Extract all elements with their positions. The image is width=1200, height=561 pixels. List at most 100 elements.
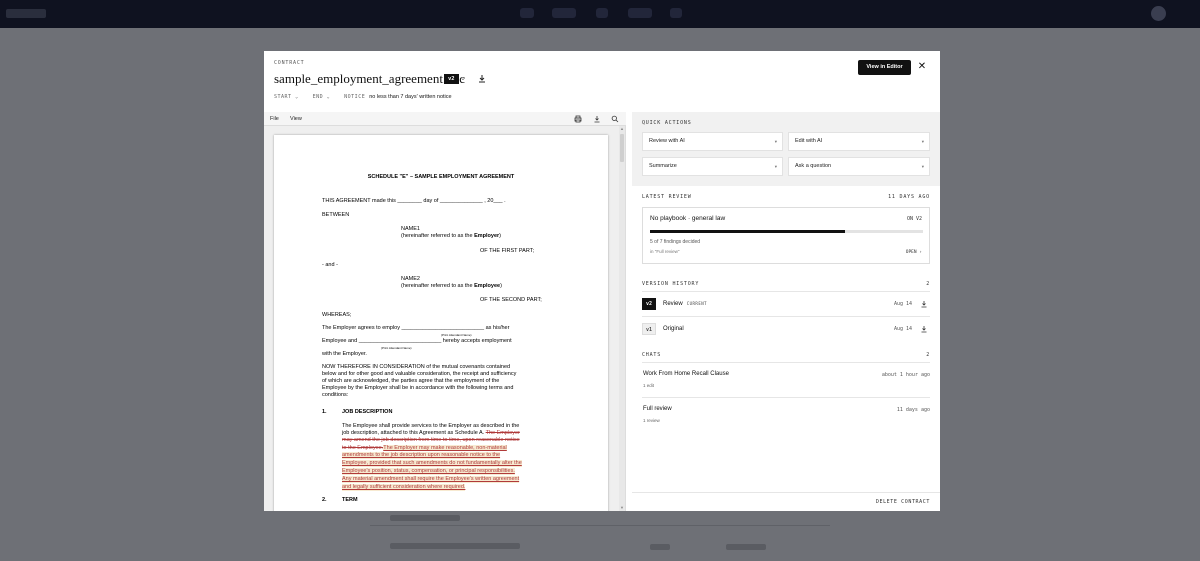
consideration-line: NOW THEREFORE IN CONSIDERATION of the mu… xyxy=(322,364,511,370)
version-date: Aug 14 xyxy=(893,301,912,307)
version-date: Aug 14 xyxy=(893,326,912,332)
background-avatar xyxy=(1151,6,1166,21)
background-nav-item xyxy=(596,8,608,18)
summarize-button[interactable]: Summarize ▾ xyxy=(642,157,783,176)
whereas-label: WHEREAS; xyxy=(322,312,352,318)
notice-label: NOTICE xyxy=(344,94,366,100)
scroll-up-arrow[interactable]: ▲ xyxy=(619,126,625,132)
background-nav-item xyxy=(552,8,576,18)
background-text xyxy=(390,543,520,549)
download-icon[interactable] xyxy=(920,325,928,333)
background-text xyxy=(390,515,460,521)
file-menu[interactable]: File xyxy=(270,116,279,122)
section-1-number: 1. xyxy=(322,409,327,415)
scrollbar-thumb[interactable] xyxy=(620,134,624,162)
consideration-line: conditions: xyxy=(322,392,349,398)
ask-question-button[interactable]: Ask a question ▾ xyxy=(788,157,930,176)
latest-review-heading: LATEST REVIEW xyxy=(642,194,692,200)
first-part-label: OF THE FIRST PART; xyxy=(480,248,534,254)
quick-actions: QUICK ACTIONS Review with AI ▾ Edit with … xyxy=(632,112,940,186)
download-icon[interactable] xyxy=(477,74,487,84)
edit-with-ai-button[interactable]: Edit with AI ▾ xyxy=(788,132,930,151)
chat-time: about 1 hour ago xyxy=(881,372,930,378)
party-1-reference: (hereinafter referred to as the Employer… xyxy=(401,233,501,239)
chat-time: 11 days ago xyxy=(896,407,930,413)
background-logo xyxy=(6,9,46,18)
scroll-down-arrow[interactable]: ▼ xyxy=(619,505,625,511)
print-icon[interactable] xyxy=(574,115,582,123)
view-menu[interactable]: View xyxy=(290,116,302,122)
chevron-down-icon[interactable]: ⌄ xyxy=(460,74,466,82)
review-progress-fill xyxy=(650,230,845,233)
contract-eyebrow: CONTRACT xyxy=(274,60,305,66)
download-icon[interactable] xyxy=(920,300,928,308)
quick-actions-heading: QUICK ACTIONS xyxy=(642,120,692,126)
download-icon[interactable] xyxy=(593,115,601,123)
background-text xyxy=(726,544,766,550)
start-filter[interactable]: START ⌄ xyxy=(274,94,299,100)
delete-row: DELETE CONTRACT xyxy=(632,492,940,511)
chat-row[interactable]: Work From Home Recall Clause 1 edit abou… xyxy=(642,362,930,397)
party-name-2: NAME2 xyxy=(401,276,420,282)
inserted-text: Employee, provided that such amendments … xyxy=(342,460,522,467)
view-in-editor-button[interactable]: View in Editor xyxy=(858,60,911,75)
notice-value: no less than 7 days' written notice xyxy=(369,94,452,100)
version-badge[interactable]: v2 xyxy=(444,74,459,84)
contract-side-panel: QUICK ACTIONS Review with AI ▾ Edit with … xyxy=(632,112,940,511)
version-row[interactable]: v1 Original Aug 14 xyxy=(642,316,930,341)
modal-header: CONTRACT sample_employment_agreement.doc… xyxy=(264,51,940,112)
contract-meta: START ⌄ END ⌄ NOTICE no less than 7 days… xyxy=(274,94,452,100)
review-version: ON V2 xyxy=(906,216,922,222)
version-label: Original xyxy=(663,326,684,332)
current-tag: CURRENT xyxy=(686,301,708,306)
chevron-down-icon: ▾ xyxy=(921,164,924,169)
accepts-line: Employee and ___________________________… xyxy=(322,338,512,344)
party-2-reference: (hereinafter referred to as the Employee… xyxy=(401,283,502,289)
version-badge: v2 xyxy=(642,298,656,310)
and-label: - and - xyxy=(322,262,338,268)
party-name-1: NAME1 xyxy=(401,226,420,232)
review-source: in "Full review" xyxy=(650,249,680,254)
deleted-text: to the Employee. xyxy=(342,445,384,451)
background-topbar xyxy=(0,0,1200,28)
viewer-scrollbar[interactable] xyxy=(619,126,625,511)
close-icon[interactable]: ✕ xyxy=(916,61,928,73)
chevron-down-icon: ▾ xyxy=(774,164,777,169)
between-label: BETWEEN xyxy=(322,212,350,218)
second-part-label: OF THE SECOND PART; xyxy=(480,297,542,303)
chat-subtitle: 1 edit xyxy=(643,383,655,388)
agreement-date-line: THIS AGREEMENT made this ________ day of… xyxy=(322,198,506,204)
latest-review-time: 11 DAYS AGO xyxy=(888,194,930,200)
consideration-line: below and for other good and valuable co… xyxy=(322,371,517,377)
background-nav-item xyxy=(670,8,682,18)
open-review-link[interactable]: OPEN › xyxy=(906,250,922,255)
delete-contract-button[interactable]: DELETE CONTRACT xyxy=(876,499,930,505)
background-nav-item xyxy=(520,8,534,18)
background-row-divider xyxy=(370,525,830,526)
search-icon[interactable] xyxy=(611,115,619,123)
document-page: SCHEDULE "E" – SAMPLE EMPLOYMENT AGREEME… xyxy=(274,135,608,511)
chat-row[interactable]: Full review 1 review 11 days ago xyxy=(642,397,930,432)
review-progress-bar xyxy=(650,230,923,233)
chat-subtitle: 1 review xyxy=(643,418,660,423)
version-label: Review xyxy=(663,301,683,307)
review-title: No playbook · general law xyxy=(650,215,726,222)
section-2-title: TERM xyxy=(342,497,358,503)
chat-title: Full review xyxy=(643,406,672,412)
section-1-line: job description, attached to this Agreem… xyxy=(342,430,520,436)
inserted-text: amendments to the job description upon r… xyxy=(342,452,501,459)
end-filter[interactable]: END ⌄ xyxy=(313,94,331,100)
latest-review-card[interactable]: No playbook · general law ON V2 5 of 7 f… xyxy=(642,207,930,264)
review-with-ai-button[interactable]: Review with AI ▾ xyxy=(642,132,783,151)
background-nav-item xyxy=(628,8,652,18)
chevron-down-icon: ▾ xyxy=(774,139,777,144)
inserted-text: The Employer may make reasonable, non-ma… xyxy=(383,445,507,451)
print-name-caption: (Print Attendant Name) xyxy=(381,346,412,350)
chats-heading: CHATS xyxy=(642,352,662,358)
document-viewer: File View ▲ ▼ SCHEDULE "E" – SAMPLE EMPL… xyxy=(264,112,626,511)
agrees-line: The Employer agrees to employ __________… xyxy=(322,325,510,331)
version-badge: v1 xyxy=(642,323,656,335)
section-1-line: The Employee shall provide services to t… xyxy=(342,423,520,429)
version-row[interactable]: v2 Review CURRENT Aug 14 xyxy=(642,291,930,316)
section-2-number: 2. xyxy=(322,497,327,503)
